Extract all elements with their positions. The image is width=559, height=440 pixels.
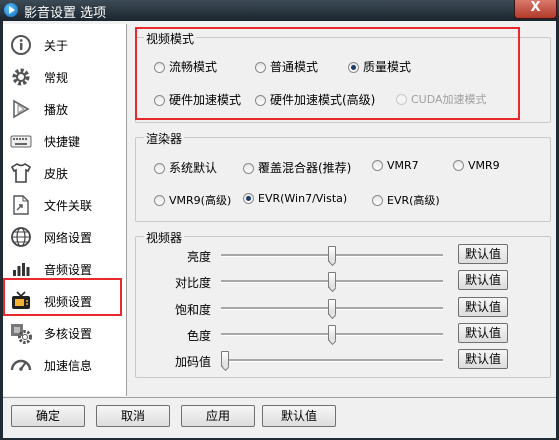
gain-slider[interactable] (221, 351, 443, 367)
radio-dot (243, 193, 254, 204)
radio-dot (453, 160, 464, 171)
window-title: 影音设置 选项 (24, 6, 107, 21)
sidebar-item-playback[interactable]: 播放 (7, 94, 125, 122)
sidebar-item-label: 音频设置 (44, 263, 93, 277)
radio-label: EVR(高级) (387, 194, 440, 207)
sidebar-item-label: 多核设置 (44, 327, 93, 341)
close-button[interactable]: X (514, 0, 557, 19)
slider-label: 加码值 (174, 355, 211, 369)
sidebar-item-label: 播放 (44, 103, 69, 117)
sidebar-item-network[interactable]: 网络设置 (7, 222, 125, 250)
radio-system-default[interactable]: 系统默认 (154, 159, 217, 176)
slider-thumb[interactable] (221, 351, 229, 367)
slider-label: 亮度 (186, 250, 211, 264)
apply-button[interactable]: 应用 (181, 405, 255, 427)
sidebar-item-label: 关于 (44, 39, 69, 53)
slider-row-hue: 色度 默认值 (143, 323, 553, 345)
defaults-button[interactable]: 默认值 (262, 405, 336, 427)
cancel-button[interactable]: 取消 (96, 405, 170, 427)
divider (3, 397, 556, 398)
radio-label: 覆盖混合器(推荐) (258, 161, 352, 175)
slider-row-saturation: 饱和度 默认值 (143, 297, 553, 319)
radio-label: VMR9 (468, 159, 500, 172)
contrast-slider[interactable] (221, 272, 443, 288)
video-mode-highlight (135, 27, 520, 120)
info-icon (11, 35, 31, 55)
audio-icon (13, 263, 30, 276)
slider-thumb[interactable] (328, 325, 336, 341)
keyboard-icon (10, 135, 32, 148)
sidebar-item-file-association[interactable]: 文件关联 (7, 190, 125, 218)
settings-window: 关于 常规 播放 快捷键 皮肤 文件关联 网络设置 音频设置 视频设置 多核设置… (3, 21, 556, 438)
sidebar-item-multicore[interactable]: 多核设置 (7, 318, 125, 346)
sidebar-item-label: 加速信息 (44, 359, 93, 373)
sidebar-item-skin[interactable]: 皮肤 (7, 158, 125, 186)
slider-label: 对比度 (174, 276, 211, 290)
gear-icon (12, 68, 30, 86)
radio-dot (372, 195, 383, 206)
multicore-icon (11, 324, 32, 344)
slider-row-contrast: 对比度 默认值 (143, 270, 553, 292)
radio-dot (243, 163, 254, 174)
sidebar-item-general[interactable]: 常规 (7, 62, 125, 90)
sidebar-item-acceleration[interactable]: 加速信息 (7, 350, 125, 378)
title-bar[interactable]: 影音设置 选项 X (0, 0, 559, 21)
radio-evr-advanced[interactable]: EVR(高级) (372, 192, 440, 208)
slider-label: 色度 (186, 329, 211, 343)
radio-label: VMR9(高级) (169, 194, 232, 207)
radio-vmr7[interactable]: VMR7 (372, 159, 419, 172)
sidebar: 关于 常规 播放 快捷键 皮肤 文件关联 网络设置 音频设置 视频设置 多核设置… (3, 24, 127, 396)
shirt-icon (10, 163, 32, 183)
radio-dot (372, 160, 383, 171)
slider-row-brightness: 亮度 默认值 (143, 244, 553, 266)
close-icon: X (530, 0, 541, 15)
sidebar-item-shortcuts[interactable]: 快捷键 (7, 126, 125, 154)
sidebar-item-about[interactable]: 关于 (7, 30, 125, 58)
slider-label: 饱和度 (174, 303, 211, 317)
sidebar-item-label: 常规 (44, 71, 69, 85)
hue-default-button[interactable]: 默认值 (458, 323, 508, 343)
radio-label: 系统默认 (169, 161, 218, 175)
radio-dot (154, 195, 165, 206)
slider-thumb[interactable] (328, 246, 336, 262)
radio-vmr9[interactable]: VMR9 (453, 159, 500, 172)
radio-overlay-mixer[interactable]: 覆盖混合器(推荐) (243, 159, 351, 176)
brightness-slider[interactable] (221, 246, 443, 262)
renderer-group (135, 137, 551, 222)
radio-dot (154, 163, 165, 174)
renderer-title: 渲染器 (144, 130, 185, 147)
slider-thumb[interactable] (328, 272, 336, 288)
radio-vmr9-advanced[interactable]: VMR9(高级) (154, 192, 231, 208)
app-logo-icon (4, 3, 18, 17)
speedometer-icon (10, 359, 32, 371)
slider-row-gain: 加码值 默认值 (143, 349, 553, 371)
saturation-default-button[interactable]: 默认值 (458, 297, 508, 317)
contrast-default-button[interactable]: 默认值 (458, 270, 508, 290)
sidebar-item-label: 文件关联 (44, 199, 93, 213)
selected-item-highlight (3, 278, 122, 316)
hue-slider[interactable] (221, 325, 443, 341)
file-icon (13, 195, 29, 215)
brightness-default-button[interactable]: 默认值 (458, 244, 508, 264)
radio-label: VMR7 (387, 159, 419, 172)
saturation-slider[interactable] (221, 299, 443, 315)
gain-default-button[interactable]: 默认值 (458, 349, 508, 369)
globe-icon (11, 227, 31, 247)
sidebar-item-label: 皮肤 (44, 167, 69, 181)
radio-label: EVR(Win7/Vista) (258, 192, 348, 205)
play-icon (13, 99, 30, 119)
sidebar-item-label: 网络设置 (44, 231, 93, 245)
ok-button[interactable]: 确定 (11, 405, 85, 427)
radio-evr-win7-vista[interactable]: EVR(Win7/Vista) (243, 192, 347, 205)
sidebar-item-label: 快捷键 (44, 135, 81, 149)
slider-thumb[interactable] (328, 299, 336, 315)
